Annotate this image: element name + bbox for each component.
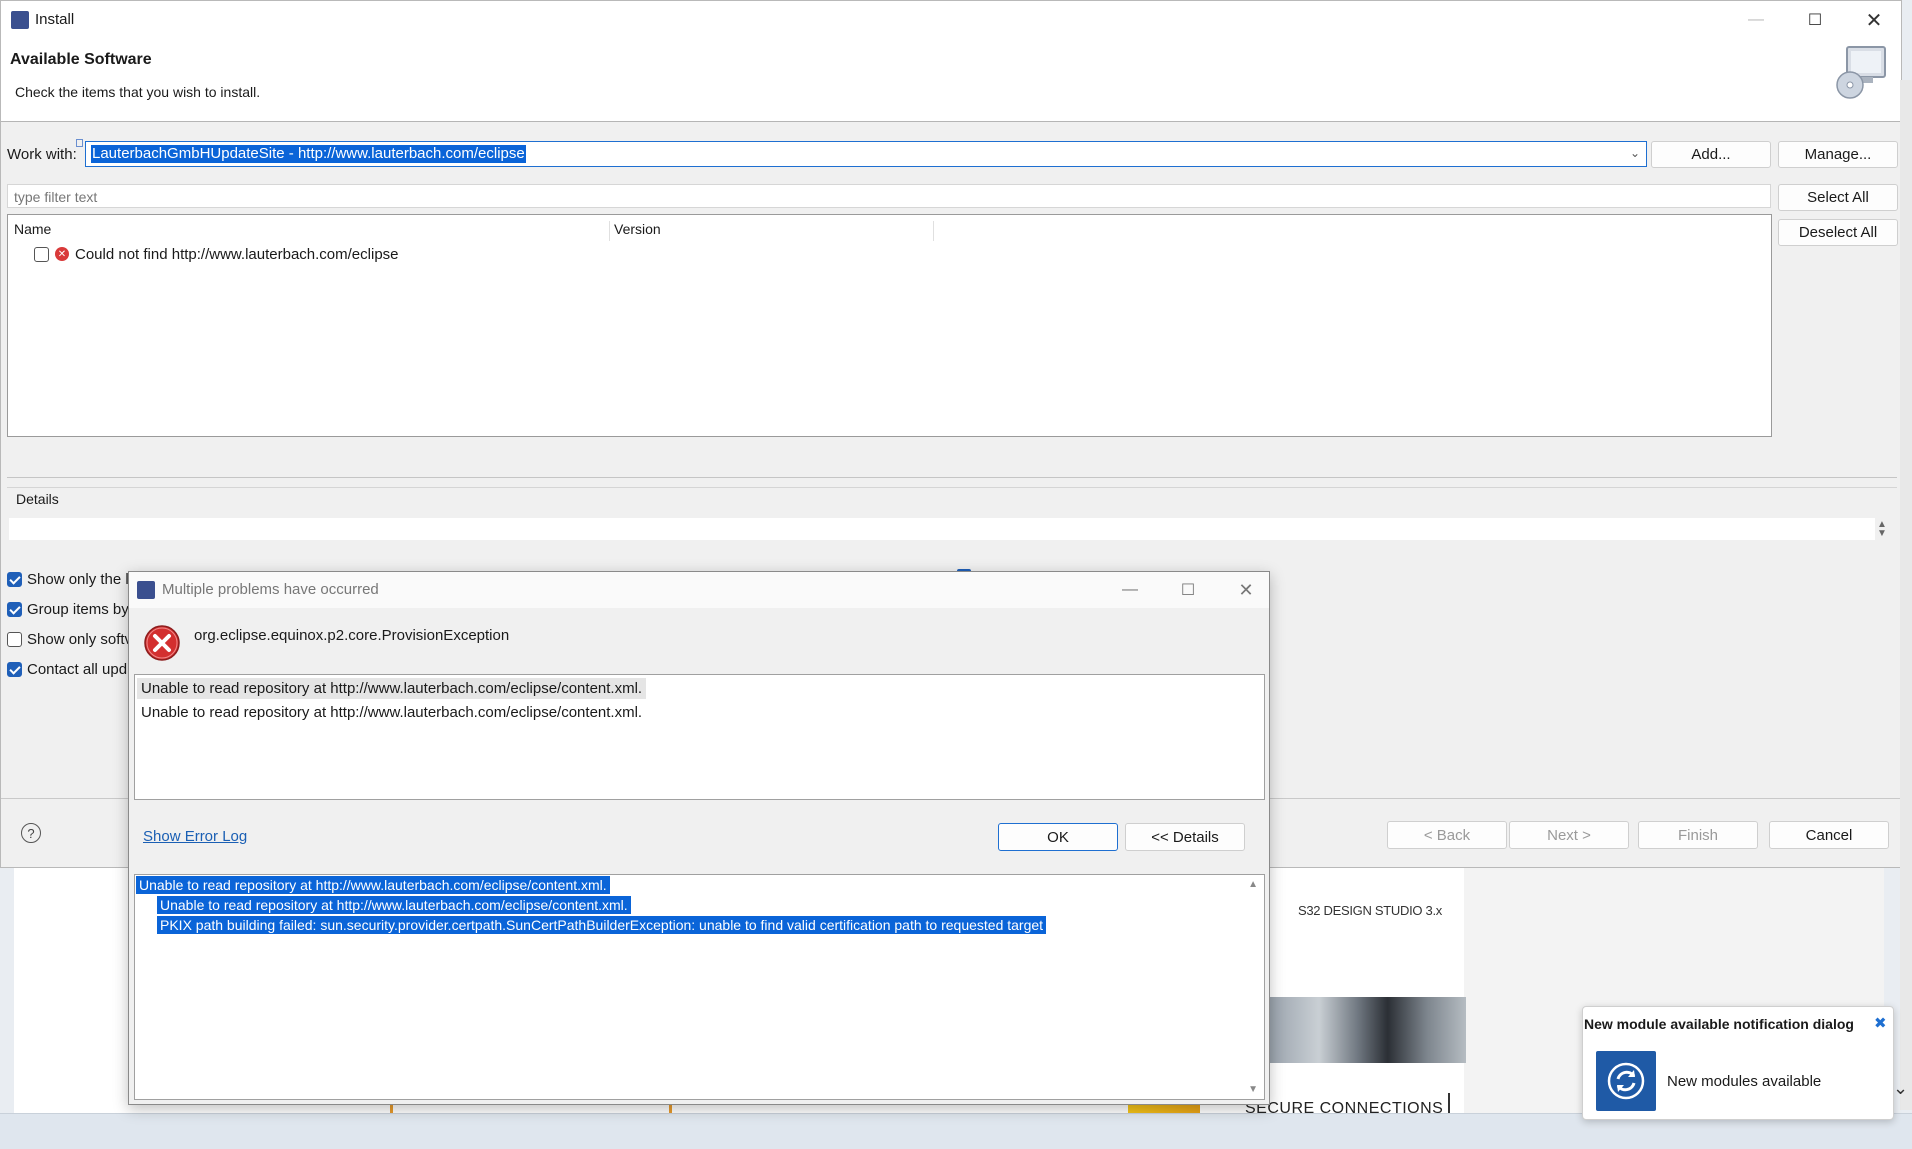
chevron-down-icon[interactable]: ⌄ bbox=[1630, 146, 1640, 160]
scroll-up-icon[interactable]: ▲ bbox=[1248, 879, 1258, 890]
dialog-app-icon bbox=[137, 581, 155, 599]
error-dialog: Multiple problems have occurred — ☐ ✕ or… bbox=[128, 571, 1270, 1105]
dialog-maximize-icon[interactable]: ☐ bbox=[1168, 575, 1208, 605]
show-error-log-link[interactable]: Show Error Log bbox=[143, 828, 247, 845]
scrollbar-track[interactable] bbox=[1900, 80, 1912, 1110]
table-row[interactable]: ✕ Could not find http://www.lauterbach.c… bbox=[8, 243, 1008, 267]
software-table: Name Version ✕ Could not find http://www… bbox=[7, 214, 1772, 437]
filter-placeholder: type filter text bbox=[14, 189, 98, 205]
deselect-all-button[interactable]: Deselect All bbox=[1778, 219, 1898, 246]
ok-button[interactable]: OK bbox=[998, 823, 1118, 851]
notification-title: New module available notification dialog bbox=[1584, 1016, 1854, 1032]
cancel-button[interactable]: Cancel bbox=[1769, 821, 1889, 849]
column-header-version[interactable]: Version bbox=[614, 221, 934, 241]
select-all-button[interactable]: Select All bbox=[1778, 184, 1898, 211]
option-row[interactable]: Contact all upd bbox=[7, 659, 137, 681]
option-row[interactable]: Show only softv bbox=[7, 629, 137, 651]
option-label: Show only the l bbox=[27, 571, 129, 588]
install-banner-icon bbox=[1833, 45, 1889, 99]
dialog-close-icon[interactable]: ✕ bbox=[1226, 575, 1266, 605]
details-line: Unable to read repository at http://www.… bbox=[136, 876, 610, 894]
work-with-label: Work with: bbox=[7, 146, 77, 163]
option-label: Show only softv bbox=[27, 631, 133, 648]
details-toggle-button[interactable]: << Details bbox=[1125, 823, 1245, 851]
add-button[interactable]: Add... bbox=[1651, 141, 1771, 168]
page-title: Available Software bbox=[10, 51, 152, 68]
notification-close-icon[interactable]: ✖ bbox=[1874, 1014, 1887, 1032]
notification-popup: New module available notification dialog… bbox=[1582, 1006, 1894, 1120]
details-group: Details ▲ ▼ bbox=[7, 487, 1897, 563]
message-list[interactable]: Unable to read repository at http://www.… bbox=[134, 674, 1265, 800]
background-studio-text: S32 DESIGN STUDIO 3.x bbox=[1298, 903, 1442, 918]
close-icon[interactable]: ✕ bbox=[1854, 5, 1894, 35]
header-banner: Available Software Check the items that … bbox=[1, 39, 1901, 122]
maximize-icon[interactable]: ☐ bbox=[1795, 5, 1835, 35]
details-line: PKIX path building failed: sun.security.… bbox=[157, 916, 1047, 934]
option-checkbox[interactable] bbox=[7, 572, 22, 587]
back-button[interactable]: < Back bbox=[1387, 821, 1507, 849]
filter-input[interactable]: type filter text bbox=[7, 184, 1771, 208]
details-label: Details bbox=[16, 491, 59, 507]
app-icon bbox=[11, 11, 29, 29]
error-large-icon bbox=[143, 624, 181, 662]
help-icon[interactable]: ? bbox=[21, 823, 41, 843]
list-item[interactable]: Unable to read repository at http://www.… bbox=[137, 678, 647, 699]
manage-button[interactable]: Manage... bbox=[1778, 141, 1898, 168]
dialog-minimize-icon[interactable]: — bbox=[1110, 575, 1150, 605]
title-bar: Install — ☐ ✕ bbox=[1, 1, 1901, 39]
error-icon: ✕ bbox=[55, 247, 69, 261]
option-label: Group items by bbox=[27, 601, 129, 618]
minimize-icon[interactable]: — bbox=[1736, 5, 1776, 35]
dialog-title: Multiple problems have occurred bbox=[162, 581, 379, 598]
refresh-icon bbox=[1596, 1051, 1656, 1111]
section-divider bbox=[7, 477, 1897, 478]
background-photo bbox=[1270, 997, 1466, 1063]
scroll-down-icon[interactable]: ▼ bbox=[1248, 1084, 1258, 1095]
row-name: Could not find http://www.lauterbach.com… bbox=[75, 246, 399, 263]
page-subtitle: Check the items that you wish to install… bbox=[15, 84, 261, 100]
work-with-combo[interactable]: LauterbachGmbHUpdateSite - http://www.la… bbox=[85, 141, 1647, 167]
details-scroll-icon[interactable]: ▲ ▼ bbox=[1877, 520, 1887, 539]
details-text[interactable] bbox=[9, 518, 1875, 540]
window-title: Install bbox=[35, 11, 75, 28]
info-marker-icon bbox=[76, 139, 83, 147]
details-text-area[interactable]: Unable to read repository at http://www.… bbox=[134, 874, 1265, 1100]
option-checkbox[interactable] bbox=[7, 602, 22, 617]
finish-button[interactable]: Finish bbox=[1638, 821, 1758, 849]
option-checkbox[interactable] bbox=[7, 632, 22, 647]
row-checkbox[interactable] bbox=[34, 247, 49, 262]
dialog-title-bar: Multiple problems have occurred — ☐ ✕ bbox=[129, 572, 1269, 608]
work-with-value: LauterbachGmbHUpdateSite - http://www.la… bbox=[91, 145, 526, 163]
option-row[interactable]: Show only the l bbox=[7, 569, 137, 591]
details-line: Unable to read repository at http://www.… bbox=[157, 896, 631, 914]
notification-message: New modules available bbox=[1667, 1073, 1822, 1090]
background-orange-line bbox=[390, 1105, 672, 1113]
list-item[interactable]: Unable to read repository at http://www.… bbox=[137, 702, 646, 723]
next-button[interactable]: Next > bbox=[1509, 821, 1629, 849]
exception-text: org.eclipse.equinox.p2.core.ProvisionExc… bbox=[194, 627, 510, 644]
column-header-name[interactable]: Name bbox=[14, 221, 610, 241]
option-checkbox[interactable] bbox=[7, 662, 22, 677]
background-separator bbox=[1448, 1093, 1450, 1113]
option-row[interactable]: Group items by bbox=[7, 599, 137, 621]
chevron-down-icon[interactable]: ⌄ bbox=[1893, 1078, 1908, 1099]
option-label: Contact all upd bbox=[27, 661, 128, 678]
